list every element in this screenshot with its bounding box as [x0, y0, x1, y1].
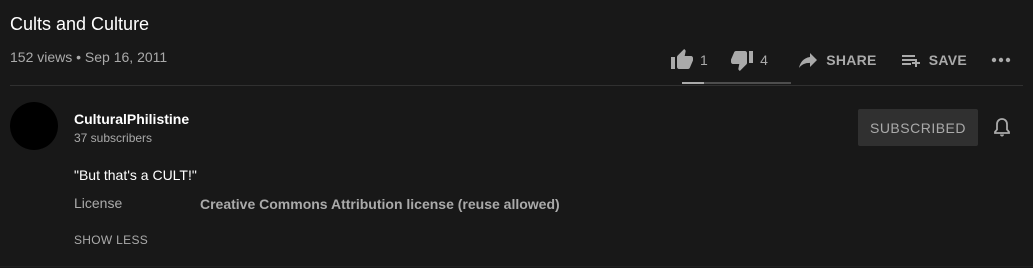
thumbs-down-icon — [730, 48, 754, 72]
video-description: "But that's a CULT!" — [74, 167, 197, 183]
share-button[interactable]: SHARE — [796, 45, 877, 75]
save-button[interactable]: SAVE — [899, 45, 967, 75]
dislike-button[interactable]: 4 — [730, 45, 768, 75]
license-label: License — [74, 195, 123, 211]
notification-bell-icon[interactable] — [990, 116, 1014, 140]
like-count: 1 — [700, 52, 709, 68]
share-label: SHARE — [826, 52, 877, 68]
save-label: SAVE — [928, 52, 967, 68]
channel-name[interactable]: CulturalPhilistine — [74, 110, 189, 128]
license-link[interactable]: Creative Commons Attribution license (re… — [200, 194, 560, 214]
more-actions-button[interactable] — [989, 45, 1013, 75]
video-actions: 1 4 SHARE SAVE — [670, 45, 1033, 75]
subscriber-count: 37 subscribers — [74, 131, 153, 145]
divider — [10, 85, 1023, 86]
channel-avatar[interactable] — [10, 102, 58, 150]
like-button[interactable]: 1 — [670, 45, 708, 75]
bottom-divider — [0, 266, 1033, 267]
subscribed-button[interactable]: SUBSCRIBED — [858, 109, 978, 146]
share-arrow-icon — [796, 48, 820, 72]
thumbs-up-icon — [670, 48, 694, 72]
video-title: Cults and Culture — [10, 14, 150, 34]
more-horizontal-icon — [989, 48, 1013, 72]
sentiment-bar — [682, 82, 791, 84]
dislike-count: 4 — [760, 52, 769, 68]
playlist-add-icon — [899, 48, 923, 72]
show-less-button[interactable]: SHOW LESS — [74, 231, 148, 249]
sentiment-bar-fill — [682, 82, 704, 84]
video-info-panel: Cults and Culture 152 views • Sep 16, 20… — [0, 0, 1033, 268]
video-meta: 152 views • Sep 16, 2011 — [10, 49, 168, 65]
